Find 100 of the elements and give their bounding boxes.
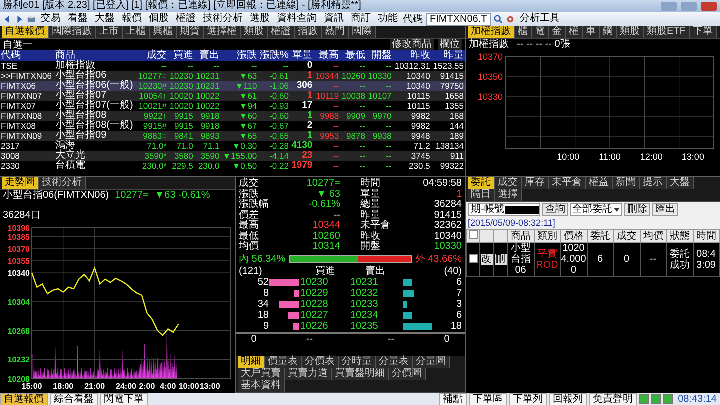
status-button[interactable]: 免責聲明: [589, 392, 638, 405]
columns-button[interactable]: 欄位: [438, 39, 462, 50]
symbol-code-field[interactable]: FIMTXN06.T: [426, 12, 492, 26]
tab[interactable]: 提示: [640, 177, 667, 189]
analysis-tools-menu[interactable]: 分析工具: [518, 13, 562, 25]
select-all-checkbox[interactable]: [468, 230, 478, 239]
column-header[interactable]: 賣出: [194, 50, 221, 61]
status-button[interactable]: 補點: [439, 392, 468, 405]
status-button[interactable]: 回報列: [549, 392, 588, 405]
column-header[interactable]: 委託: [587, 230, 614, 242]
workspace-tab[interactable]: 綜合看盤: [50, 392, 98, 405]
tab[interactable]: 選擇: [495, 189, 522, 201]
tab[interactable]: 分價圖: [389, 368, 426, 380]
menu-item[interactable]: 大盤: [93, 13, 117, 25]
column-header[interactable]: 代碼: [0, 50, 55, 61]
tab[interactable]: 未平倉: [549, 177, 586, 189]
tab[interactable]: 權益: [586, 177, 613, 189]
menu-item[interactable]: 商訂: [349, 13, 373, 25]
tab[interactable]: 買賣力道: [285, 368, 332, 380]
row-checkbox[interactable]: [468, 254, 478, 262]
column-header[interactable]: 漲跌: [220, 50, 258, 61]
tab[interactable]: 大戶買賣: [238, 368, 285, 380]
menu-item[interactable]: 個股: [147, 13, 171, 25]
column-header[interactable]: 開盤: [366, 50, 393, 61]
tab[interactable]: 分時量: [339, 356, 376, 368]
tab[interactable]: 車: [583, 26, 600, 38]
account-field[interactable]: 期-帳號: [468, 203, 540, 216]
menu-item[interactable]: 權證: [174, 13, 198, 25]
tab[interactable]: 技術分析: [39, 177, 86, 189]
toggle-icon[interactable]: [663, 394, 674, 404]
tab[interactable]: 選擇權: [204, 26, 241, 38]
cancel-order-button[interactable]: 刪: [494, 254, 506, 265]
status-button[interactable]: 下單列: [509, 392, 548, 405]
tab[interactable]: 鋼: [600, 26, 617, 38]
tab[interactable]: 櫃: [515, 26, 532, 38]
menu-item[interactable]: 資料查詢: [275, 13, 319, 25]
back-arrow-icon[interactable]: [3, 14, 12, 24]
menu-item[interactable]: 報價: [120, 13, 144, 25]
menu-item[interactable]: 看盤: [66, 13, 90, 25]
tab[interactable]: 電: [532, 26, 549, 38]
tab[interactable]: 分量表: [376, 356, 413, 368]
menu-item[interactable]: 交易: [39, 13, 63, 25]
delete-button[interactable]: 刪除: [624, 203, 650, 216]
tab[interactable]: 類股ETF: [644, 26, 690, 38]
tab[interactable]: 走勢圖: [2, 177, 39, 189]
printer-icon[interactable]: [27, 14, 36, 24]
status-button[interactable]: 下單區: [469, 392, 508, 405]
column-header[interactable]: 昨量: [431, 50, 465, 61]
column-header[interactable]: 漲跌%: [258, 50, 290, 61]
tab[interactable]: 期貨: [177, 26, 204, 38]
menu-item[interactable]: 資訊: [322, 13, 346, 25]
tab[interactable]: 基本資料: [238, 380, 285, 392]
column-header[interactable]: 成交: [614, 230, 640, 242]
forward-arrow-icon[interactable]: [15, 14, 24, 24]
tab[interactable]: 上櫃: [123, 26, 150, 38]
tab[interactable]: 權: [566, 26, 583, 38]
tab[interactable]: 買賣盤明細: [332, 368, 389, 380]
column-header[interactable]: 均價: [640, 230, 666, 242]
menu-item[interactable]: 選股: [248, 13, 272, 25]
query-button[interactable]: 查詢: [542, 203, 568, 216]
column-header[interactable]: 最高: [314, 50, 340, 61]
column-header[interactable]: 成交: [136, 50, 168, 61]
menu-item[interactable]: 功能: [376, 13, 400, 25]
menu-item[interactable]: 技術分析: [201, 13, 245, 25]
search-icon[interactable]: [494, 14, 504, 24]
column-header[interactable]: 時間: [693, 230, 720, 242]
tab[interactable]: 指數: [295, 26, 322, 38]
workspace-tab[interactable]: 自選報價: [0, 392, 48, 405]
tab[interactable]: 國際: [349, 26, 376, 38]
workspace-tab[interactable]: 閃電下單: [100, 392, 148, 405]
close-icon[interactable]: [701, 2, 717, 10]
settings-icon[interactable]: [506, 14, 516, 24]
tab[interactable]: 自選報價: [2, 26, 49, 38]
tab[interactable]: 權證: [268, 26, 295, 38]
column-header[interactable]: 最低: [340, 50, 366, 61]
edit-symbols-button[interactable]: 修改商品: [390, 39, 434, 50]
tab[interactable]: 價量表: [265, 356, 302, 368]
column-header[interactable]: 商品: [508, 230, 534, 242]
group-name[interactable]: 自選一: [3, 38, 33, 52]
tab[interactable]: 國際指數: [49, 26, 96, 38]
order-filter-dropdown[interactable]: 全部委託: [570, 203, 622, 216]
export-button[interactable]: 匯出: [652, 203, 678, 216]
toggle-icon[interactable]: [639, 394, 650, 404]
tab[interactable]: 類股: [617, 26, 644, 38]
column-header[interactable]: 狀態: [666, 230, 693, 242]
column-header[interactable]: 商品: [54, 50, 137, 61]
edit-order-button[interactable]: 改: [480, 254, 492, 265]
tab[interactable]: 類股: [241, 26, 268, 38]
column-header[interactable]: 價格: [560, 230, 587, 242]
column-header[interactable]: 類別: [534, 230, 560, 242]
tab[interactable]: 明細: [238, 356, 265, 368]
toggle-icon[interactable]: [651, 394, 662, 404]
tab[interactable]: 分價表: [302, 356, 339, 368]
tab[interactable]: 下單: [690, 26, 717, 38]
tab[interactable]: 金: [549, 26, 566, 38]
tab[interactable]: 大盤: [667, 177, 694, 189]
tab[interactable]: 熱門: [322, 26, 349, 38]
column-header[interactable]: 買進: [168, 50, 194, 61]
tab[interactable]: 興櫃: [150, 26, 177, 38]
tab[interactable]: 加權指數: [468, 26, 515, 38]
